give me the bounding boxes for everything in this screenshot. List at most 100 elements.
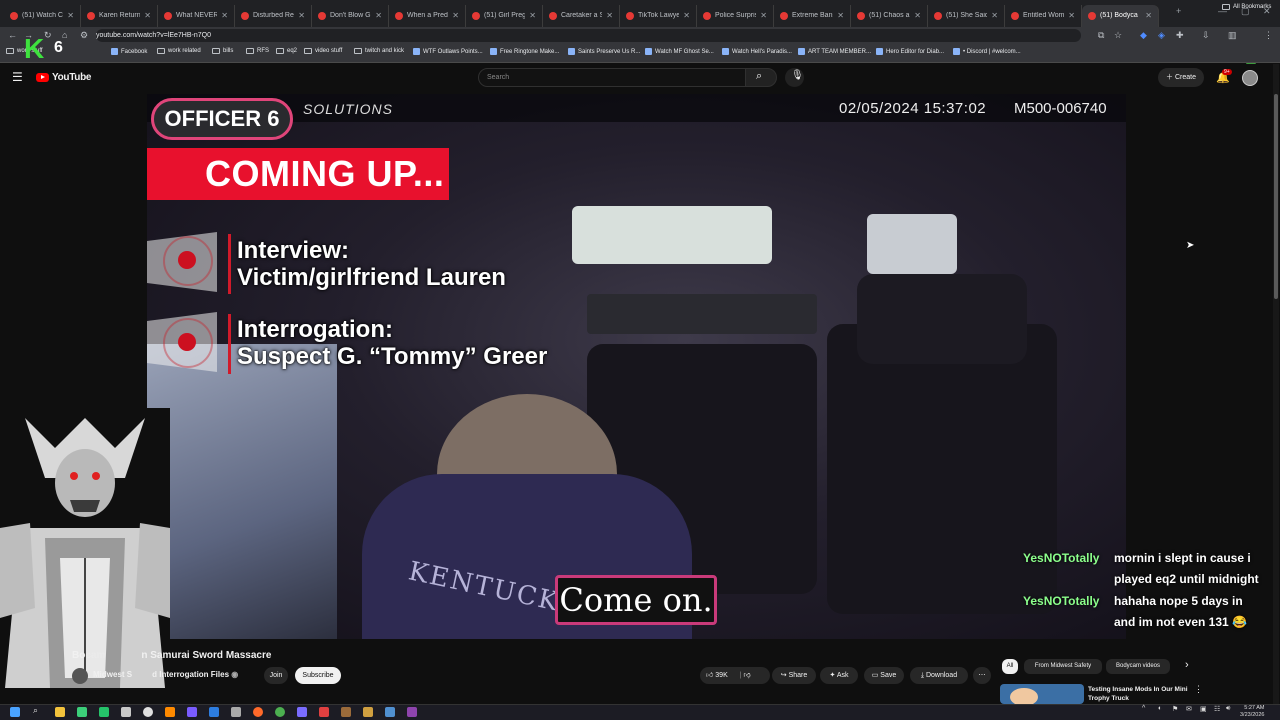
- search-button[interactable]: ⌕: [745, 68, 777, 87]
- browser-tab[interactable]: (51) She Said S ✕: [928, 4, 1005, 27]
- bookmark-item[interactable]: Saints Preserve Us R...: [568, 48, 640, 55]
- app-icon-white[interactable]: [143, 707, 153, 717]
- recommended-title[interactable]: Testing Insane Mods In Our Mini Trophy T…: [1088, 685, 1188, 703]
- subscribe-button[interactable]: Subscribe: [295, 667, 341, 684]
- channel-avatar[interactable]: [72, 668, 88, 684]
- browser-tab[interactable]: Extreme Banshi ✕: [774, 4, 851, 27]
- network-icon[interactable]: ☷: [1214, 705, 1220, 713]
- app-icon-red[interactable]: [319, 707, 329, 717]
- app-icon-gray-2[interactable]: [231, 707, 241, 717]
- all-bookmarks[interactable]: All Bookmarks: [1222, 4, 1271, 10]
- xbox-icon[interactable]: [99, 707, 109, 717]
- close-tab-icon[interactable]: ✕: [606, 11, 613, 20]
- browser-tab[interactable]: When a Predato ✕: [389, 4, 466, 27]
- browser-tab[interactable]: Karen Returns t✕: [81, 4, 158, 27]
- bookmark-item[interactable]: Free Ringtone Make...: [490, 48, 559, 55]
- browser-tab[interactable]: Police Surprise ✕: [697, 4, 774, 27]
- back-icon[interactable]: ←: [8, 30, 17, 40]
- chrome-icon[interactable]: [275, 707, 285, 717]
- bookmark-item[interactable]: work related: [157, 48, 201, 54]
- browser-tab[interactable]: Entitled Woma ✕: [1005, 4, 1082, 27]
- app-icon-gray[interactable]: [121, 707, 131, 717]
- browser-tab[interactable]: Caretaker a Ski ✕: [543, 4, 620, 27]
- browser-tab[interactable]: TikTok Lawyer ✕: [620, 4, 697, 27]
- save-button[interactable]: ▭ Save: [864, 667, 904, 684]
- close-tab-icon[interactable]: ✕: [375, 11, 382, 20]
- app-icon-green[interactable]: [77, 707, 87, 717]
- bookmark-item[interactable]: Watch Hell's Paradis...: [722, 48, 792, 55]
- bookmark-item[interactable]: bills: [212, 48, 233, 54]
- close-tab-icon[interactable]: ✕: [991, 11, 998, 20]
- recommended-menu-icon[interactable]: ⋮: [1194, 684, 1203, 695]
- like-count[interactable]: 39K: [715, 672, 727, 679]
- recommended-thumbnail[interactable]: [1000, 684, 1084, 704]
- url-field[interactable]: youtube.com/watch?v=lEe7HB-n7Q0: [96, 29, 1081, 42]
- app-icon-purple[interactable]: [187, 707, 197, 717]
- chip-from-channel[interactable]: From Midwest Safety: [1024, 659, 1102, 674]
- search-input[interactable]: Search: [478, 68, 746, 87]
- bookmark-item[interactable]: Hero Editor for Diab...: [876, 48, 944, 55]
- taskbar-search-icon[interactable]: ⌕: [33, 705, 43, 715]
- create-button[interactable]: ＋ Create: [1158, 68, 1204, 87]
- join-button[interactable]: Join: [264, 667, 288, 684]
- browser-tab[interactable]: Don't Blow Gra ✕: [312, 4, 389, 27]
- bookmark-item[interactable]: WTF Outlaws Points...: [413, 48, 483, 55]
- ask-button[interactable]: ✦ Ask: [820, 667, 858, 684]
- install-app-icon[interactable]: ⧉: [1098, 30, 1104, 41]
- site-info-icon[interactable]: ⚙: [80, 30, 88, 41]
- bookmark-item[interactable]: Watch MF Ghost Se...: [645, 48, 714, 55]
- tray-app-icon-2[interactable]: ⚑: [1172, 705, 1178, 713]
- close-tab-icon[interactable]: ✕: [1145, 11, 1152, 20]
- browser-tab[interactable]: (51) Watch Cop ✕: [4, 4, 81, 27]
- browser-tab[interactable]: What NEVER To✕: [158, 4, 235, 27]
- firefox-icon[interactable]: [253, 707, 263, 717]
- share-button[interactable]: ↪ Share: [772, 667, 816, 684]
- thumbs-down-icon[interactable]: 👎︎: [743, 672, 750, 679]
- thumbs-up-icon[interactable]: 👍︎: [706, 672, 713, 679]
- more-actions-button[interactable]: ⋯: [973, 667, 991, 684]
- tray-app-icon-4[interactable]: ▣: [1200, 705, 1207, 713]
- close-tab-icon[interactable]: ✕: [1068, 11, 1075, 20]
- bookmark-star-icon[interactable]: ☆: [1114, 30, 1122, 41]
- bookmark-item[interactable]: Facebook: [111, 48, 147, 55]
- bookmark-item[interactable]: ART TEAM MEMBER...: [798, 48, 871, 55]
- close-tab-icon[interactable]: ✕: [67, 11, 74, 20]
- extension-icon[interactable]: ◆: [1140, 30, 1147, 41]
- extensions-puzzle-icon[interactable]: ✚: [1176, 30, 1184, 41]
- tray-app-icon-3[interactable]: ✉: [1186, 705, 1192, 713]
- extension-icon-2[interactable]: ◈: [1158, 30, 1165, 41]
- settings-icon[interactable]: [385, 707, 395, 717]
- bookmark-item[interactable]: • Discord | #welcom...: [953, 48, 1021, 55]
- volume-icon[interactable]: 🔊︎: [1226, 705, 1230, 713]
- account-avatar[interactable]: [1242, 70, 1258, 86]
- close-tab-icon[interactable]: ✕: [529, 11, 536, 20]
- browser-menu-icon[interactable]: ⋮: [1264, 30, 1273, 41]
- browser-tab[interactable]: (51) Bodyca ✕: [1082, 4, 1159, 27]
- app-icon-violet[interactable]: [407, 707, 417, 717]
- system-clock[interactable]: 5:27 AM 3/23/2026: [1240, 705, 1264, 719]
- bookmark-item[interactable]: RFS: [246, 48, 269, 54]
- close-tab-icon[interactable]: ✕: [760, 11, 767, 20]
- channel-name[interactable]: Midwest Sd Interrogation Files ◉: [93, 670, 238, 679]
- chevron-right-icon[interactable]: ›: [1185, 659, 1189, 671]
- browser-tab[interactable]: (51) Chaos and ✕: [851, 4, 928, 27]
- tray-app-icon[interactable]: ◐: [1158, 705, 1162, 712]
- file-explorer-icon[interactable]: [55, 707, 65, 717]
- chip-bodycam-videos[interactable]: Bodycam videos: [1106, 659, 1170, 674]
- app-icon-blue[interactable]: [209, 707, 219, 717]
- bookmark-item[interactable]: eq2: [276, 48, 297, 54]
- discord-icon[interactable]: [297, 707, 307, 717]
- chip-all[interactable]: All: [1002, 659, 1018, 674]
- video-player[interactable]: KENTUCKY OFFICER 6 SOLUTIONS 02/05/2024 …: [147, 94, 1126, 639]
- close-tab-icon[interactable]: ✕: [221, 11, 228, 20]
- app-icon-orange[interactable]: [165, 707, 175, 717]
- browser-tab[interactable]: (51) Girl Pregn ✕: [466, 4, 543, 27]
- windows-start-icon[interactable]: [10, 707, 20, 717]
- hamburger-menu-icon[interactable]: ☰: [12, 70, 23, 84]
- bookmark-item[interactable]: video stuff: [304, 48, 342, 54]
- close-tab-icon[interactable]: ✕: [683, 11, 690, 20]
- sidepanel-icon[interactable]: ▥: [1228, 30, 1237, 41]
- browser-tab[interactable]: Disturbed Resid ✕: [235, 4, 312, 27]
- download-button[interactable]: ⤓ Download: [910, 667, 968, 684]
- youtube-logo[interactable]: YouTube: [36, 72, 92, 83]
